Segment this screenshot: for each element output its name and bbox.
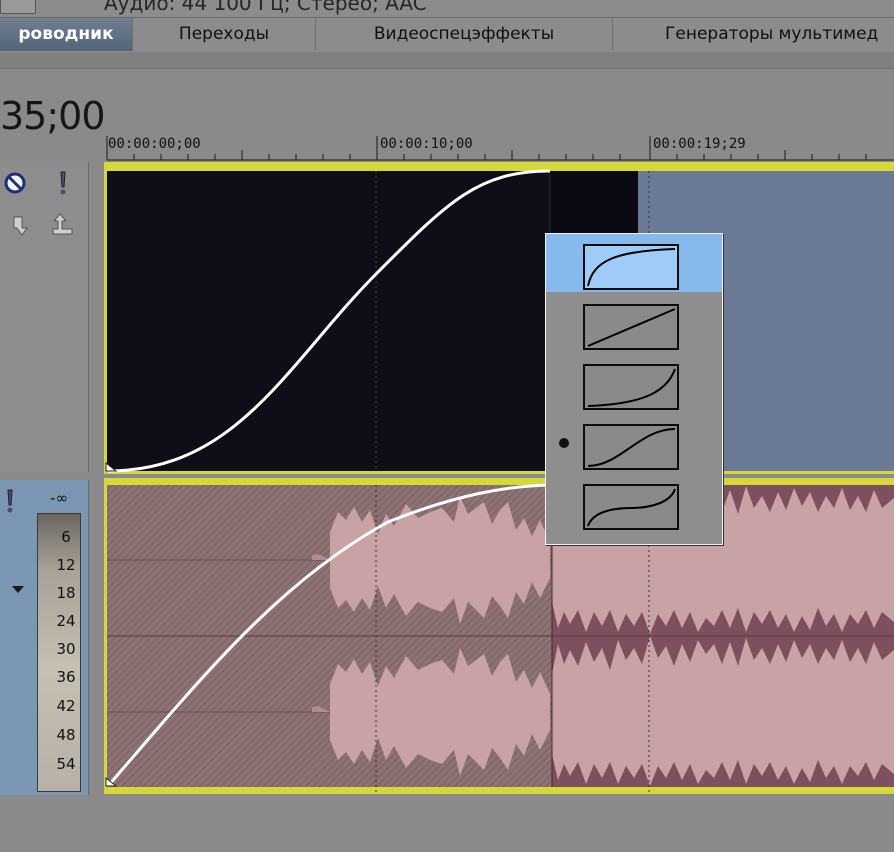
audio-fx-icon[interactable] bbox=[3, 488, 17, 514]
current-curve-bullet-icon bbox=[559, 438, 569, 448]
ruler-label-1: 00:00:10;00 bbox=[380, 136, 473, 152]
meter-scale-12: 12 bbox=[56, 556, 76, 574]
sharp-fade-icon bbox=[583, 484, 679, 530]
media-info-bar: Аудио: 44 100 Гц; Стерео; AAC bbox=[0, 0, 894, 16]
track-motion-down-icon[interactable] bbox=[10, 214, 32, 238]
track-menu-arrow-icon[interactable] bbox=[11, 585, 25, 595]
tab-transitions[interactable]: Переходы bbox=[133, 18, 316, 51]
tab-video-fx[interactable]: Видеоспецэффекты bbox=[316, 18, 613, 51]
ruler-label-0: 00:00:00;00 bbox=[108, 136, 201, 152]
video-track-header[interactable] bbox=[0, 162, 89, 472]
media-info-text: Аудио: 44 100 Гц; Стерео; AAC bbox=[104, 0, 427, 15]
panel-splitter[interactable] bbox=[0, 52, 894, 69]
smooth-fade-icon bbox=[583, 424, 679, 470]
fade-curve-menu bbox=[545, 233, 723, 545]
ruler-label-2: 00:00:19;29 bbox=[653, 136, 746, 152]
meter-scale-24: 24 bbox=[56, 612, 76, 630]
empty-timeline-area[interactable] bbox=[88, 795, 894, 852]
fast-fade-icon bbox=[583, 244, 679, 290]
timeline-tracks[interactable] bbox=[88, 162, 894, 802]
slow-fade-icon bbox=[583, 364, 679, 410]
track-fx-icon[interactable] bbox=[56, 170, 70, 196]
meter-scale-30: 30 bbox=[56, 640, 76, 658]
time-ruler[interactable] bbox=[104, 110, 894, 164]
fade-curve-slow-item[interactable] bbox=[546, 354, 722, 412]
meter-scale-54: 54 bbox=[56, 755, 76, 773]
meter-scale-42: 42 bbox=[56, 697, 76, 715]
meter-scale-48: 48 bbox=[56, 726, 76, 744]
meter-scale-6: 6 bbox=[61, 528, 71, 546]
meter-scale-36: 36 bbox=[56, 668, 76, 686]
meter-top-label: -∞ bbox=[50, 489, 68, 507]
cursor-timecode[interactable]: 35;00 bbox=[0, 94, 106, 138]
fade-curve-smooth-item[interactable] bbox=[546, 414, 722, 472]
window-tab-strip: роводник Переходы Видеоспецэффекты Генер… bbox=[0, 17, 894, 52]
video-event-fade-region[interactable] bbox=[107, 171, 553, 471]
bypass-fx-icon[interactable] bbox=[4, 172, 26, 194]
fade-curve-linear-item[interactable] bbox=[546, 294, 722, 352]
meter-scale-18: 18 bbox=[56, 584, 76, 602]
fade-curve-sharp-item[interactable] bbox=[546, 474, 722, 532]
tab-explorer[interactable]: роводник bbox=[0, 18, 133, 51]
track-motion-up-icon[interactable] bbox=[50, 212, 76, 238]
fade-curve-fast-item[interactable] bbox=[546, 234, 722, 292]
linear-fade-icon bbox=[583, 304, 679, 350]
tab-media-generators[interactable]: Генераторы мультимед bbox=[613, 18, 894, 51]
play-preview-button[interactable] bbox=[0, 0, 36, 14]
